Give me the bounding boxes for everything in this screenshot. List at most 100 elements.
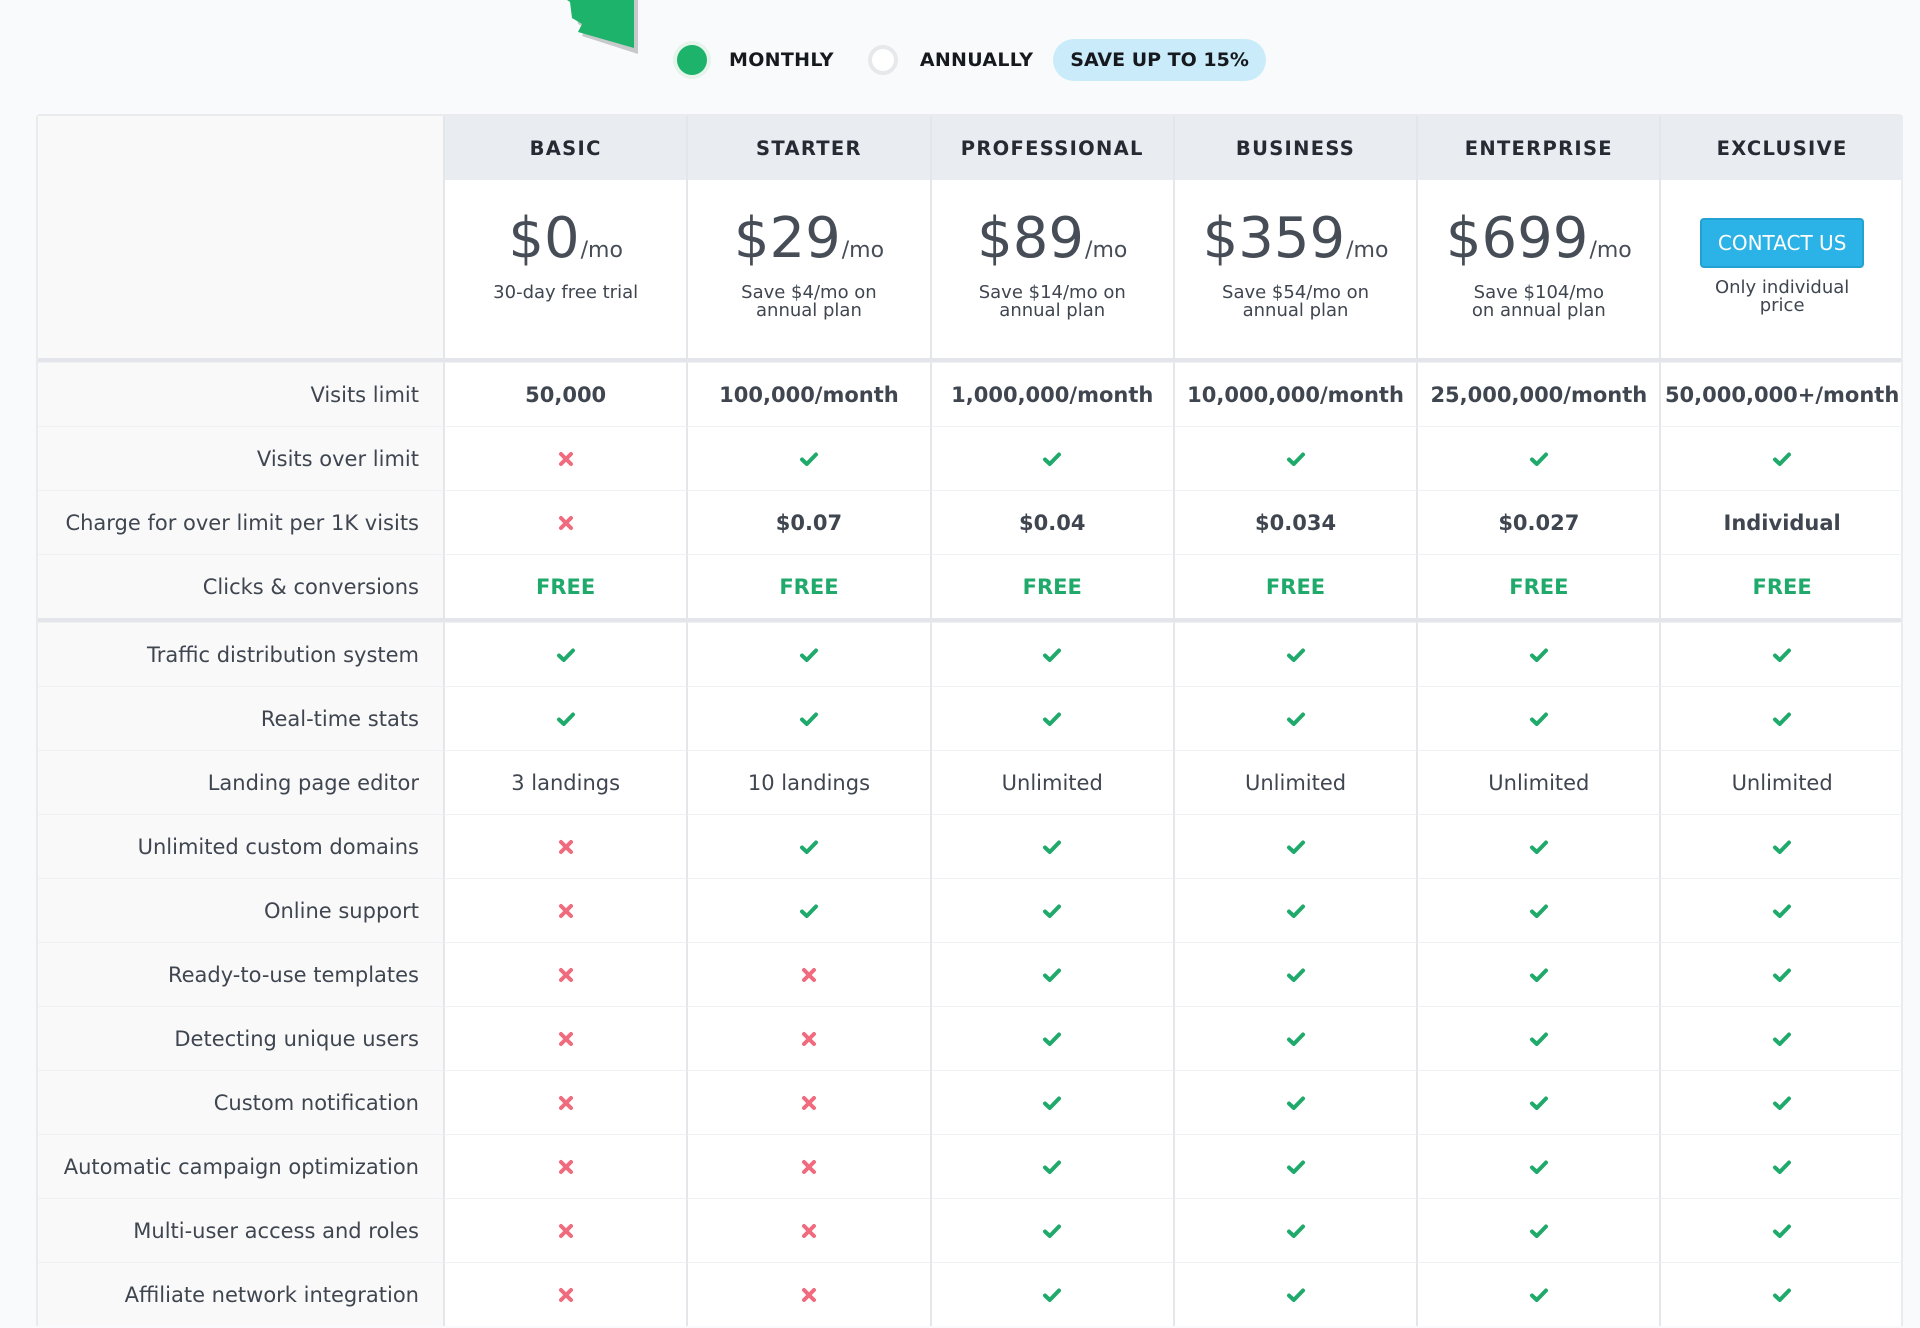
feature-value: Unlimited	[1659, 750, 1903, 814]
feature-label: Detecting unique users	[38, 1006, 443, 1070]
feature-value-cell	[1659, 622, 1903, 686]
check-icon	[1529, 965, 1549, 985]
plan-header-row: BASIC STARTER PROFESSIONAL BUSINESS ENTE…	[38, 116, 1903, 180]
feature-value: 1,000,000/month	[929, 362, 1173, 426]
feature-value-cell	[686, 942, 930, 1006]
feature-value: 50,000	[443, 362, 687, 426]
cross-icon	[799, 1157, 819, 1177]
check-icon	[556, 709, 576, 729]
cross-icon	[556, 1221, 576, 1241]
feature-value-cell	[929, 1006, 1173, 1070]
check-icon	[1772, 901, 1792, 921]
check-icon	[1286, 709, 1306, 729]
price-row: $0/mo 30-day free trial $29/mo Save $4/m…	[38, 180, 1901, 358]
feature-value-cell	[929, 1198, 1173, 1262]
feature-value-cell	[929, 814, 1173, 878]
feature-label: Ready-to-use templates	[38, 942, 443, 1006]
check-icon	[1286, 645, 1306, 665]
feature-row-automatic-campaign-optimization: Automatic campaign optimization	[38, 1134, 1903, 1198]
cross-icon	[556, 513, 576, 533]
check-icon	[1772, 1093, 1792, 1113]
feature-value-cell	[686, 1262, 930, 1326]
price-period: /mo	[1085, 238, 1128, 263]
feature-value-cell	[443, 1198, 687, 1262]
feature-value: FREE	[1659, 554, 1903, 618]
feature-value-cell	[443, 1006, 687, 1070]
feature-value-cell	[1659, 1198, 1903, 1262]
billing-toggle: MONTHLY ANNUALLY SAVE UP TO 15%	[677, 39, 1266, 81]
feature-label: Multi-user access and roles	[38, 1198, 443, 1262]
feature-value-cell	[1172, 814, 1417, 878]
check-icon	[1042, 1157, 1062, 1177]
annually-radio[interactable]	[867, 45, 898, 75]
feature-row-ready-to-use-templates: Ready-to-use templates	[38, 942, 1903, 1006]
contact-us-button[interactable]: CONTACT US	[1699, 218, 1865, 268]
price-note: Save $104/mo on annual plan	[1471, 282, 1606, 321]
cross-icon	[799, 1093, 819, 1113]
check-icon	[1529, 837, 1549, 857]
feature-value-cell	[1416, 942, 1660, 1006]
feature-value-cell	[443, 622, 687, 686]
feature-row-custom-notification: Custom notification	[38, 1070, 1903, 1134]
check-icon	[1042, 645, 1062, 665]
feature-value-cell	[686, 1198, 930, 1262]
feature-label: Unlimited custom domains	[38, 814, 443, 878]
feature-value: FREE	[443, 554, 687, 618]
check-icon	[1286, 901, 1306, 921]
cross-icon	[556, 1157, 576, 1177]
plan-name-starter: STARTER	[686, 116, 930, 180]
feature-value: 25,000,000/month	[1416, 362, 1660, 426]
check-icon	[1286, 1093, 1306, 1113]
feature-value-cell	[1659, 426, 1903, 490]
feature-value-cell	[443, 878, 687, 942]
price-amount: $699	[1445, 206, 1589, 271]
price-period: /mo	[1589, 238, 1632, 263]
price-period: /mo	[1346, 238, 1389, 263]
feature-value-cell	[1416, 1134, 1660, 1198]
check-icon	[1772, 837, 1792, 857]
cross-icon	[799, 1221, 819, 1241]
feature-value-cell	[929, 622, 1173, 686]
feature-value-cell	[1659, 878, 1903, 942]
feature-value-cell	[1172, 1070, 1417, 1134]
pricing-table: BASIC STARTER PROFESSIONAL BUSINESS ENTE…	[36, 114, 1903, 1326]
feature-value: $0.034	[1172, 490, 1417, 554]
cross-icon	[556, 901, 576, 921]
cross-icon	[556, 1093, 576, 1113]
check-icon	[1772, 709, 1792, 729]
feature-value-cell	[929, 686, 1173, 750]
plan-name-basic: BASIC	[443, 116, 687, 180]
feature-value-cell	[686, 426, 930, 490]
feature-value: 3 landings	[443, 750, 687, 814]
feature-value: Unlimited	[929, 750, 1173, 814]
monthly-label[interactable]: MONTHLY	[729, 49, 834, 71]
feature-value-cell	[443, 426, 687, 490]
check-icon	[1286, 1029, 1306, 1049]
feature-row-charge-for-over-limit-per-1k-visits: Charge for over limit per 1K visits $0.07…	[38, 490, 1903, 554]
check-icon	[1042, 709, 1062, 729]
feature-value-cell	[1659, 686, 1903, 750]
check-icon	[799, 837, 819, 857]
check-icon	[1529, 645, 1549, 665]
monthly-radio[interactable]	[677, 45, 707, 75]
annually-label[interactable]: ANNUALLY	[920, 49, 1033, 71]
cross-icon	[556, 965, 576, 985]
feature-row-landing-page-editor: Landing page editor 3 landings 10 landings…	[38, 750, 1903, 814]
feature-value-cell	[1172, 622, 1417, 686]
feature-value-cell	[1416, 426, 1660, 490]
feature-value-cell	[443, 942, 687, 1006]
feature-value-cell	[686, 878, 930, 942]
price-period: /mo	[580, 238, 623, 263]
price-amount: $29	[733, 206, 841, 271]
feature-value-cell	[1172, 942, 1417, 1006]
cross-icon	[799, 1029, 819, 1049]
feature-value: 50,000,000+/month	[1659, 362, 1903, 426]
feature-row-real-time-stats: Real-time stats	[38, 686, 1903, 750]
feature-row-online-support: Online support	[38, 878, 1903, 942]
feature-value-cell	[1172, 686, 1417, 750]
plan-name-professional: PROFESSIONAL	[929, 116, 1173, 180]
price-note: Save $4/mo on annual plan	[741, 282, 877, 321]
price-cell-exclusive: CONTACT US Only individual price	[1659, 180, 1902, 358]
check-icon	[1042, 1221, 1062, 1241]
cross-icon	[799, 965, 819, 985]
